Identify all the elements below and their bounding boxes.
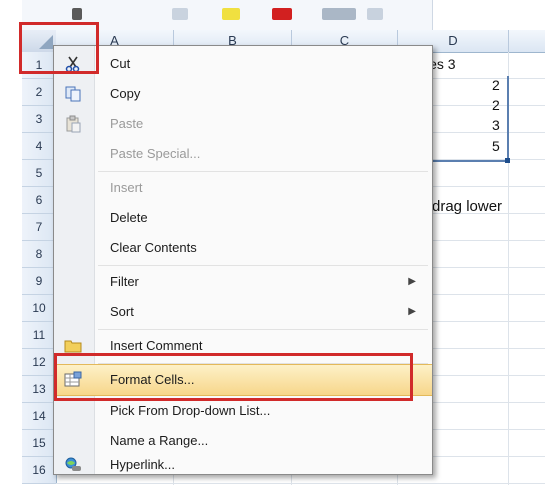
menu-item-delete[interactable]: Delete xyxy=(54,203,432,233)
menu-item-label: Filter xyxy=(110,274,139,289)
menu-item-label: Hyperlink... xyxy=(110,457,176,472)
menu-item-copy[interactable]: Copy xyxy=(54,79,432,109)
submenu-arrow-icon: ▶ xyxy=(408,306,416,317)
menu-item-paste-special[interactable]: Paste Special... xyxy=(54,139,432,169)
hyperlink-icon xyxy=(64,456,82,474)
menu-item-label: Pick From Drop-down List... xyxy=(110,403,271,418)
menu-item-filter[interactable]: Filter ▶ xyxy=(54,267,432,297)
row-header-11[interactable]: 11 xyxy=(22,322,57,349)
menu-item-insert[interactable]: Insert xyxy=(54,173,432,203)
row-header-7[interactable]: 7 xyxy=(22,214,57,241)
bold-icon[interactable] xyxy=(72,8,82,20)
row-header-5[interactable]: 5 xyxy=(22,160,57,187)
context-menu: Cut Copy Paste Paste Special... Insert D… xyxy=(53,45,433,475)
row-header-14[interactable]: 14 xyxy=(22,403,57,430)
border-icon[interactable] xyxy=(172,8,188,20)
menu-item-label: Clear Contents xyxy=(110,240,197,255)
fill-color-icon[interactable] xyxy=(222,8,240,20)
menu-item-hyperlink[interactable]: Hyperlink... xyxy=(54,450,432,480)
fill-handle[interactable] xyxy=(505,158,510,163)
menu-item-label: Cut xyxy=(110,56,131,71)
row-header-2[interactable]: 2 xyxy=(22,79,57,106)
menu-item-label: Delete xyxy=(110,210,148,225)
decimal-icon[interactable] xyxy=(322,8,356,20)
column-header-e[interactable] xyxy=(509,30,545,53)
row-header-3[interactable]: 3 xyxy=(22,106,57,133)
row-header-13[interactable]: 13 xyxy=(22,376,57,403)
menu-item-label: Insert xyxy=(110,180,143,195)
menu-item-cut[interactable]: Cut xyxy=(54,49,432,79)
annotation-select-all-highlight xyxy=(19,22,99,74)
menu-item-label: Paste Special... xyxy=(110,146,201,161)
menu-item-label: Name a Range... xyxy=(110,433,209,448)
menu-item-clear-contents[interactable]: Clear Contents xyxy=(54,233,432,263)
paste-icon xyxy=(64,115,82,133)
menu-item-paste[interactable]: Paste xyxy=(54,109,432,139)
left-margin xyxy=(0,30,22,485)
menu-item-label: Paste xyxy=(110,116,144,131)
menu-item-label: Sort xyxy=(110,304,134,319)
row-header-15[interactable]: 15 xyxy=(22,430,57,457)
submenu-arrow-icon: ▶ xyxy=(408,276,416,287)
menu-item-sort[interactable]: Sort ▶ xyxy=(54,297,432,327)
row-header-16[interactable]: 16 xyxy=(22,457,57,484)
cell-d8[interactable]: drag lower xyxy=(432,198,502,215)
copy-icon xyxy=(64,85,82,103)
annotation-format-cells-highlight xyxy=(54,353,413,401)
styles-icon[interactable] xyxy=(367,8,383,20)
row-header-8[interactable]: 8 xyxy=(22,241,57,268)
row-header-12[interactable]: 12 xyxy=(22,349,57,376)
row-header-10[interactable]: 10 xyxy=(22,295,57,322)
menu-item-label: Copy xyxy=(110,86,141,101)
menu-item-label: Insert Comment xyxy=(110,338,203,353)
row-header-6[interactable]: 6 xyxy=(22,187,57,214)
row-header-9[interactable]: 9 xyxy=(22,268,57,295)
font-color-icon[interactable] xyxy=(272,8,292,20)
row-header-4[interactable]: 4 xyxy=(22,133,57,160)
